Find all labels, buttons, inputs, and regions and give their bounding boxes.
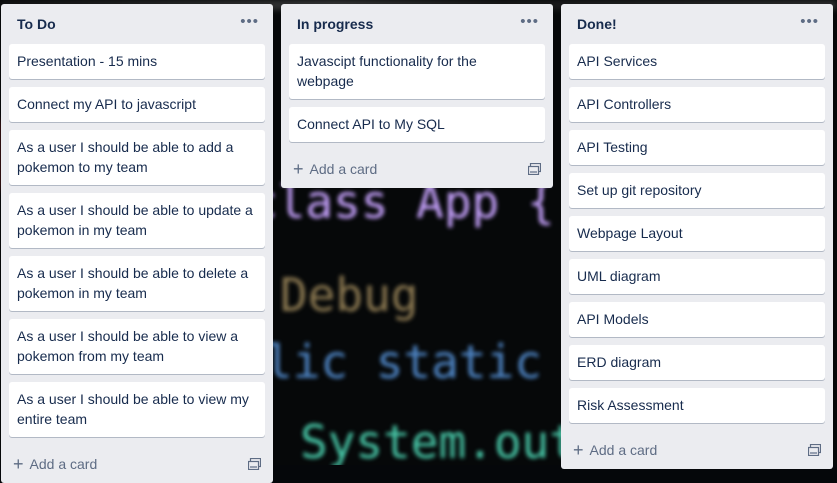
list-footer: + Add a card bbox=[569, 431, 825, 469]
add-card-label: Add a card bbox=[589, 442, 658, 458]
list-footer: + Add a card bbox=[289, 150, 545, 188]
add-card-button[interactable]: + Add a card bbox=[573, 441, 657, 459]
card[interactable]: API Controllers bbox=[569, 87, 825, 122]
card[interactable]: Risk Assessment bbox=[569, 388, 825, 423]
card[interactable]: UML diagram bbox=[569, 259, 825, 294]
plus-icon: + bbox=[573, 440, 584, 460]
list-title[interactable]: Done! bbox=[577, 16, 617, 32]
card[interactable]: As a user I should be able to delete a p… bbox=[9, 256, 265, 311]
list-done: Done! ••• API Services API Controllers A… bbox=[561, 4, 833, 469]
card-template-icon[interactable] bbox=[248, 458, 261, 470]
background-code-text: lic static bbox=[265, 335, 542, 389]
background-code-text: Debug bbox=[280, 268, 419, 322]
list-in-progress: In progress ••• Javascipt functionality … bbox=[281, 4, 553, 188]
add-card-label: Add a card bbox=[309, 161, 378, 177]
card[interactable]: API Testing bbox=[569, 130, 825, 165]
card[interactable]: Webpage Layout bbox=[569, 216, 825, 251]
more-horizontal-icon[interactable]: ••• bbox=[516, 14, 543, 35]
card[interactable]: As a user I should be able to view a pok… bbox=[9, 319, 265, 374]
card[interactable]: ERD diagram bbox=[569, 345, 825, 380]
card[interactable]: As a user I should be able to add a poke… bbox=[9, 130, 265, 185]
list-to-do: To Do ••• Presentation - 15 mins Connect… bbox=[1, 4, 273, 483]
card[interactable]: Presentation - 15 mins bbox=[9, 44, 265, 79]
card[interactable]: API Services bbox=[569, 44, 825, 79]
plus-icon: + bbox=[13, 454, 24, 474]
list-header: Done! ••• bbox=[569, 4, 825, 44]
card[interactable]: Connect API to My SQL bbox=[289, 107, 545, 142]
list-header: In progress ••• bbox=[289, 4, 545, 44]
more-horizontal-icon[interactable]: ••• bbox=[236, 14, 263, 35]
card[interactable]: Javascipt functionality for the webpage bbox=[289, 44, 545, 99]
card[interactable]: As a user I should be able to view my en… bbox=[9, 382, 265, 437]
plus-icon: + bbox=[293, 159, 304, 179]
add-card-button[interactable]: + Add a card bbox=[293, 160, 377, 178]
list-title[interactable]: To Do bbox=[17, 16, 56, 32]
add-card-label: Add a card bbox=[29, 456, 98, 472]
card-template-icon[interactable] bbox=[528, 163, 541, 175]
card[interactable]: As a user I should be able to update a p… bbox=[9, 193, 265, 248]
list-title[interactable]: In progress bbox=[297, 16, 373, 32]
more-horizontal-icon[interactable]: ••• bbox=[796, 14, 823, 35]
card[interactable]: Connect my API to javascript bbox=[9, 87, 265, 122]
list-footer: + Add a card bbox=[9, 445, 265, 483]
add-card-button[interactable]: + Add a card bbox=[13, 455, 97, 473]
card[interactable]: API Models bbox=[569, 302, 825, 337]
card[interactable]: Set up git repository bbox=[569, 173, 825, 208]
list-header: To Do ••• bbox=[9, 4, 265, 44]
card-template-icon[interactable] bbox=[808, 444, 821, 456]
